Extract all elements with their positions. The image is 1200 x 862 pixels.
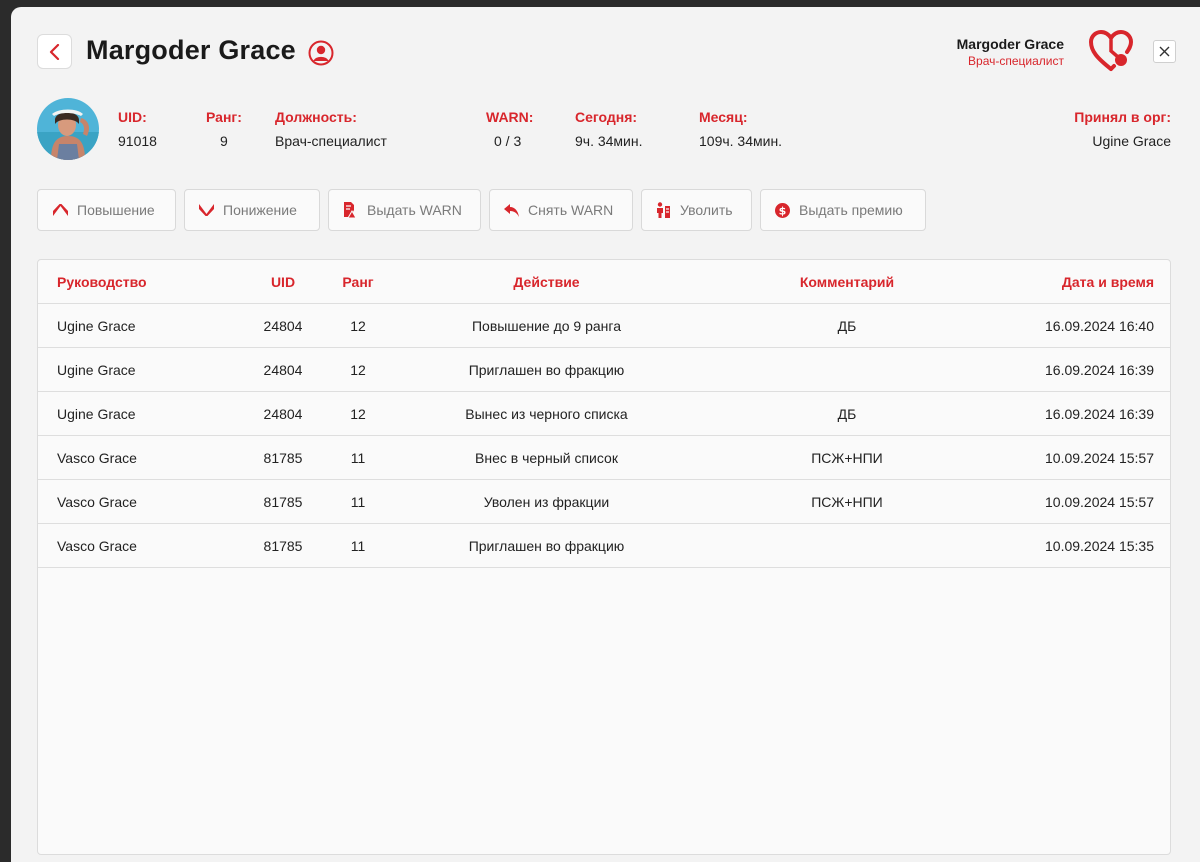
cell-datetime: 10.09.2024 15:35 — [1045, 538, 1154, 554]
cell-comment — [738, 348, 956, 392]
column-header-leader: Руководство — [57, 274, 147, 290]
demote-button-label: Понижение — [223, 202, 297, 218]
chevron-left-icon — [49, 43, 59, 60]
column-header-uid: UID — [270, 274, 296, 290]
document-warning-icon — [344, 202, 357, 218]
cell-datetime: 10.09.2024 15:57 — [1045, 450, 1154, 466]
cell-rank: 11 — [350, 450, 366, 466]
member-profile-window: Margoder Grace Margoder Grace Врач-специ… — [11, 7, 1200, 862]
cell-datetime: 16.09.2024 16:39 — [1045, 406, 1154, 422]
fire-button[interactable]: Уволить — [641, 189, 752, 231]
cell-uid: 24804 — [263, 318, 303, 334]
table-row: Ugine Grace 24804 12 Повышение до 9 ранг… — [38, 304, 1170, 348]
cell-leader: Ugine Grace — [57, 318, 136, 334]
table-row: Vasco Grace 81785 11 Приглашен во фракци… — [38, 524, 1170, 568]
cell-action: Приглашен во фракцию — [468, 538, 625, 554]
warn-label: WARN: — [486, 109, 534, 125]
position-value: Врач-специалист — [275, 133, 387, 149]
column-header-comment: Комментарий — [799, 274, 895, 290]
cell-datetime: 16.09.2024 16:40 — [1045, 318, 1154, 334]
month-label: Месяц: — [699, 109, 748, 125]
column-header-datetime: Дата и время — [1061, 274, 1154, 290]
column-header-rank: Ранг — [342, 274, 374, 290]
cell-datetime: 16.09.2024 16:39 — [1045, 362, 1154, 378]
rank-label: Ранг: — [206, 109, 242, 125]
table-row: Ugine Grace 24804 12 Приглашен во фракци… — [38, 348, 1170, 392]
user-circle-icon — [308, 40, 334, 66]
org-user-role: Врач-специалист — [968, 54, 1064, 68]
cell-leader: Vasco Grace — [57, 450, 137, 466]
cell-rank: 11 — [350, 494, 366, 510]
column-header-action: Действие — [513, 274, 580, 290]
cell-uid: 24804 — [263, 406, 303, 422]
accepted-by-value: Ugine Grace — [1092, 133, 1171, 149]
back-button[interactable] — [37, 34, 72, 69]
cell-leader: Vasco Grace — [57, 538, 137, 554]
promote-button-label: Повышение — [77, 202, 155, 218]
dollar-coin-icon: $ — [775, 202, 790, 218]
month-value: 109ч. 34мин. — [699, 133, 783, 149]
cell-comment: ДБ — [837, 318, 857, 334]
cell-action: Приглашен во фракцию — [468, 362, 625, 378]
cell-uid: 81785 — [263, 450, 303, 466]
cell-leader: Ugine Grace — [57, 362, 136, 378]
warn-value: 0 / 3 — [494, 133, 522, 149]
svg-text:$: $ — [779, 204, 787, 217]
close-button[interactable] — [1153, 40, 1176, 63]
fire-person-icon — [657, 202, 670, 218]
cell-comment: ПСЖ+НПИ — [811, 494, 883, 510]
promote-button[interactable]: Повышение — [37, 189, 176, 231]
cell-comment: ПСЖ+НПИ — [811, 450, 883, 466]
page-title: Margoder Grace — [86, 35, 296, 65]
log-table: Руководство UID Ранг Действие Комментари… — [37, 259, 1171, 855]
today-label: Сегодня: — [575, 109, 638, 125]
cell-rank: 12 — [350, 406, 366, 422]
cell-leader: Vasco Grace — [57, 494, 137, 510]
cell-datetime: 10.09.2024 15:57 — [1045, 494, 1154, 510]
reply-arrow-icon — [504, 203, 519, 217]
give-bonus-button-label: Выдать премию — [799, 202, 903, 218]
cell-action: Повышение до 9 ранга — [471, 318, 621, 334]
cell-rank: 12 — [350, 362, 366, 378]
heart-org-logo — [1088, 29, 1134, 71]
fire-button-label: Уволить — [680, 202, 733, 218]
cell-rank: 11 — [350, 538, 366, 554]
chevron-down-icon — [199, 204, 214, 216]
table-row: Vasco Grace 81785 11 Уволен из фракции П… — [38, 480, 1170, 524]
remove-warn-button-label: Снять WARN — [528, 202, 614, 218]
cell-uid: 24804 — [263, 362, 303, 378]
table-row: Vasco Grace 81785 11 Внес в черный списо… — [38, 436, 1170, 480]
cell-action: Вынес из черного списка — [465, 406, 628, 422]
cell-action: Уволен из фракции — [483, 494, 610, 510]
cell-comment: ДБ — [837, 406, 857, 422]
rank-value: 9 — [220, 133, 228, 149]
position-label: Должность: — [275, 109, 357, 125]
uid-value: 91018 — [118, 133, 157, 149]
demote-button[interactable]: Понижение — [184, 189, 320, 231]
cell-rank: 12 — [350, 318, 366, 334]
chevron-up-icon — [53, 204, 68, 216]
cell-leader: Ugine Grace — [57, 406, 136, 422]
cell-comment — [738, 524, 956, 568]
today-value: 9ч. 34мин. — [575, 133, 643, 149]
org-user-name: Margoder Grace — [956, 36, 1064, 52]
give-bonus-button[interactable]: $ Выдать премию — [760, 189, 926, 231]
give-warn-button-label: Выдать WARN — [367, 202, 462, 218]
uid-label: UID: — [118, 109, 147, 125]
avatar — [37, 98, 99, 160]
accepted-by-label: Принял в орг: — [1074, 109, 1171, 125]
cell-uid: 81785 — [263, 494, 303, 510]
table-header-row: Руководство UID Ранг Действие Комментари… — [38, 260, 1170, 304]
table-row: Ugine Grace 24804 12 Вынес из черного сп… — [38, 392, 1170, 436]
cell-action: Внес в черный список — [475, 450, 618, 466]
remove-warn-button[interactable]: Снять WARN — [489, 189, 633, 231]
close-icon — [1159, 46, 1170, 57]
cell-uid: 81785 — [263, 538, 303, 554]
give-warn-button[interactable]: Выдать WARN — [328, 189, 481, 231]
